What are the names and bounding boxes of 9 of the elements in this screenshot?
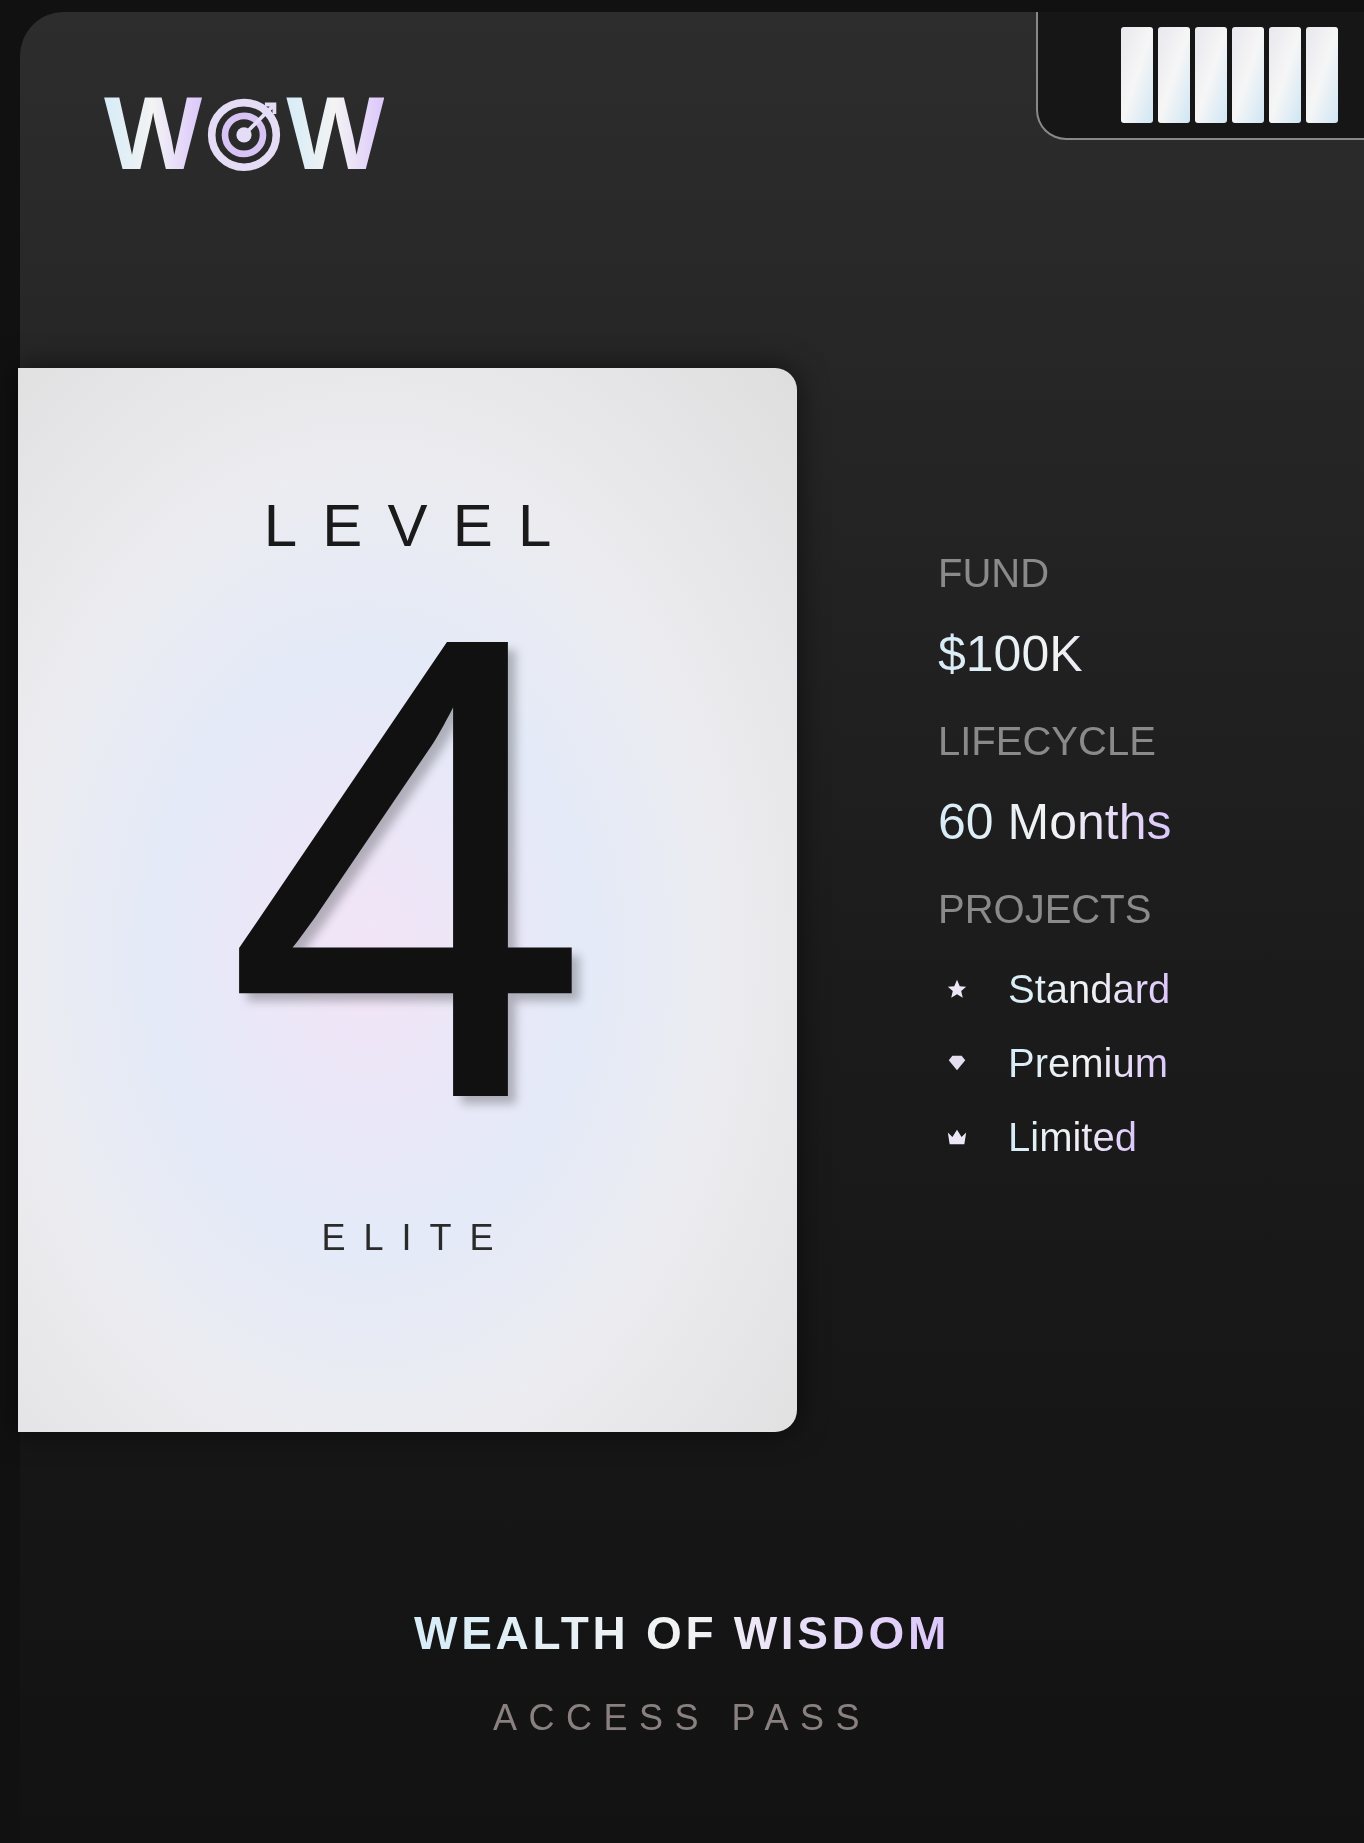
projects-label: PROJECTS [938,889,1153,929]
tier-label: ELITE [320,1220,512,1256]
detail-label: FUND [938,553,1051,593]
detail-label: LIFECYCLE [938,721,1157,761]
level-label: LEVEL [262,496,577,556]
star-icon [946,978,968,1000]
level-number: 4 [223,588,592,1148]
logo: W W [104,98,385,168]
pass-subtitle: ACCESS PASS [492,1700,872,1736]
